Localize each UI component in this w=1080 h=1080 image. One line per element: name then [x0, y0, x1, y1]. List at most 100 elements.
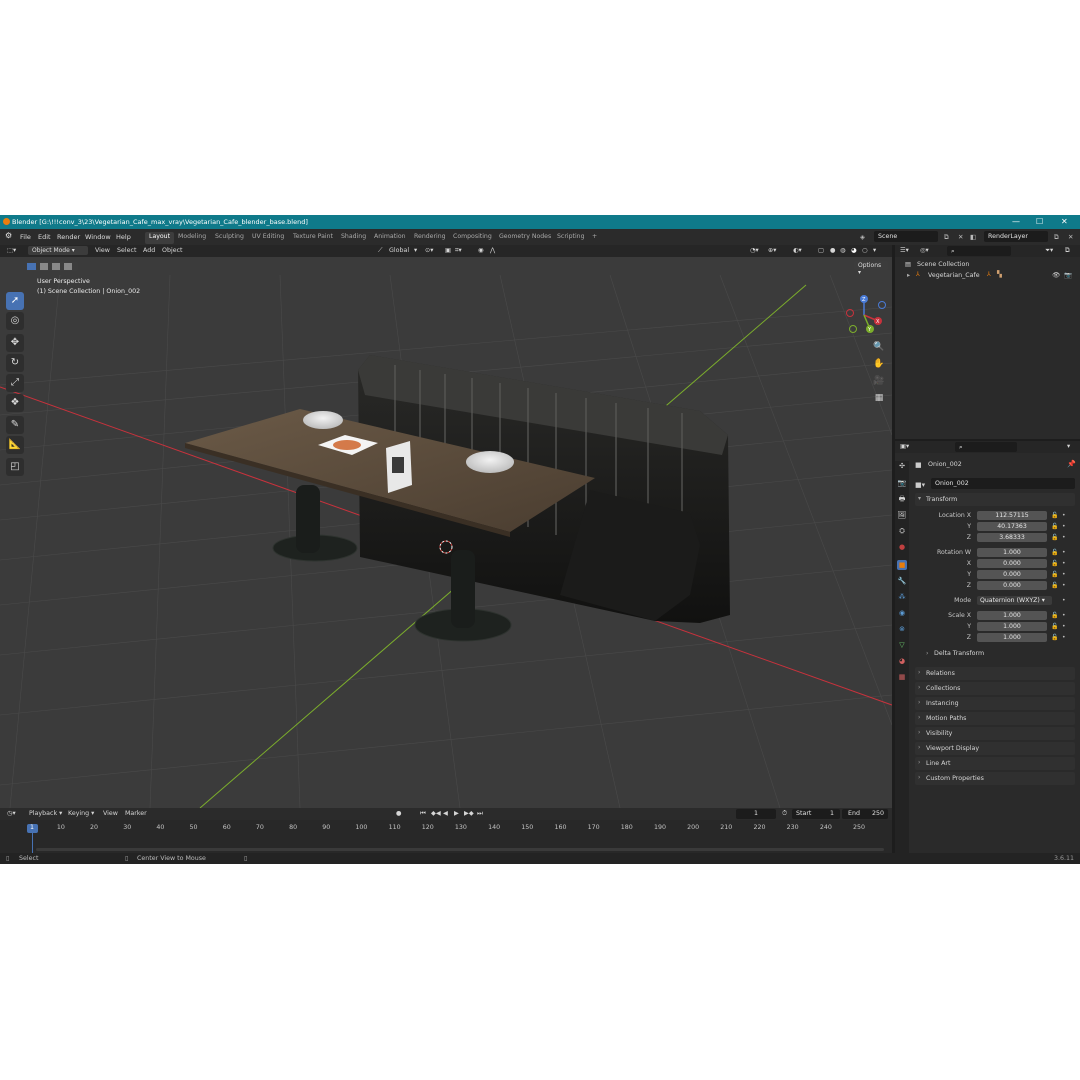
properties-search-input[interactable]: ⌕	[955, 442, 1017, 452]
tab-scripting[interactable]: Scripting	[553, 232, 589, 244]
constraints-tab-icon[interactable]: ⊗	[897, 624, 907, 634]
annotate-tool-icon[interactable]: ✎	[6, 416, 24, 434]
lock-rotation-w-icon[interactable]: 🔓	[1051, 549, 1058, 556]
play-icon[interactable]: ▶	[454, 810, 459, 817]
transform-tool-icon[interactable]: ❖	[6, 394, 24, 412]
location-x-field[interactable]: 112.57115	[977, 511, 1047, 520]
camera-view-icon[interactable]: 🎥	[871, 373, 887, 389]
xray-toggle-icon[interactable]: ▢	[818, 247, 824, 254]
data-tab-icon[interactable]: ▽	[897, 640, 907, 650]
proportional-edit-icon[interactable]: ◉	[478, 247, 484, 254]
collections-panel[interactable]: › Collections	[915, 682, 1075, 695]
options-button[interactable]: Options ▾	[854, 261, 888, 276]
scale-y-field[interactable]: 1.000	[977, 622, 1047, 631]
scale-tool-icon[interactable]: ⤢	[6, 374, 24, 392]
keyframe-dot-icon[interactable]: •	[1062, 634, 1066, 641]
keyframe-dot-icon[interactable]: •	[1062, 560, 1066, 567]
keyframe-dot-icon[interactable]: •	[1062, 623, 1066, 630]
delta-transform-subpanel[interactable]: › Delta Transform	[923, 648, 1073, 660]
material-shading-icon[interactable]: ◍	[840, 247, 846, 254]
view-layer-selector[interactable]: RenderLayer	[984, 231, 1048, 242]
tool-tab-icon[interactable]: ✣	[897, 461, 907, 471]
new-view-layer-icon[interactable]: ⧉	[1054, 233, 1059, 242]
physics-tab-icon[interactable]: ◉	[897, 608, 907, 618]
tab-layout[interactable]: Layout	[145, 232, 175, 244]
render-tab-icon[interactable]: 📷	[897, 478, 907, 488]
texture-tab-icon[interactable]: ▦	[897, 672, 907, 682]
instancing-panel[interactable]: › Instancing	[915, 697, 1075, 710]
motion-paths-panel[interactable]: › Motion Paths	[915, 712, 1075, 725]
transform-orientation-icon[interactable]: ⟋	[378, 247, 382, 255]
tab-animation[interactable]: Animation	[370, 232, 410, 244]
record-icon[interactable]: ●	[396, 810, 402, 817]
jump-start-icon[interactable]: ⏮	[420, 810, 426, 818]
view-layer-icon[interactable]: ◧	[970, 233, 976, 241]
viewport-display-panel[interactable]: › Viewport Display	[915, 742, 1075, 755]
tab-geometry-nodes[interactable]: Geometry Nodes	[495, 232, 555, 244]
select-box-tool-icon[interactable]: ➚	[6, 292, 24, 310]
expand-arrow-icon[interactable]: ▸	[907, 272, 910, 279]
menu-render[interactable]: Render	[57, 233, 80, 241]
prev-keyframe-icon[interactable]: ◆◀	[431, 810, 441, 817]
preview-range-icon[interactable]: ⏱	[782, 810, 787, 818]
tab-modeling[interactable]: Modeling	[174, 232, 210, 244]
start-frame-field[interactable]: Start 1	[792, 809, 840, 819]
modifier-tab-icon[interactable]: 🔧	[897, 576, 907, 586]
relations-panel[interactable]: › Relations	[915, 667, 1075, 680]
properties-options-icon[interactable]: ▾	[1067, 443, 1070, 450]
ortho-grid-icon[interactable]: ▦	[871, 390, 887, 406]
lock-rotation-y-icon[interactable]: 🔓	[1051, 571, 1058, 578]
menu-view-timeline[interactable]: View	[103, 810, 118, 817]
keyframe-dot-icon[interactable]: •	[1062, 512, 1066, 519]
jump-end-icon[interactable]: ⏭	[477, 810, 483, 818]
select-intersect-icon[interactable]	[64, 263, 72, 270]
keyframe-dot-icon[interactable]: •	[1062, 571, 1066, 578]
zoom-icon[interactable]: 🔍	[871, 339, 887, 355]
editor-type-icon[interactable]: ⬚▾	[7, 247, 16, 254]
output-tab-icon[interactable]: 🖶	[897, 494, 907, 504]
pan-hand-icon[interactable]: ✋	[871, 356, 887, 372]
lock-location-y-icon[interactable]: 🔓	[1051, 523, 1058, 530]
keyframe-dot-icon[interactable]: •	[1062, 582, 1066, 589]
lock-location-z-icon[interactable]: 🔓	[1051, 534, 1058, 541]
minimize-button[interactable]: —	[1012, 217, 1020, 226]
location-y-field[interactable]: 40.17363	[977, 522, 1047, 531]
falloff-icon[interactable]: ⋀	[490, 247, 495, 254]
solid-shading-icon[interactable]: ●	[830, 247, 836, 254]
keyframe-dot-icon[interactable]: •	[1062, 534, 1066, 541]
rotation-mode-dropdown[interactable]: Quaternion (WXYZ) ▾	[977, 596, 1052, 605]
maximize-button[interactable]: ☐	[1036, 217, 1043, 226]
transform-orientation-selector[interactable]: Global	[389, 247, 409, 254]
lock-rotation-z-icon[interactable]: 🔓	[1051, 582, 1058, 589]
display-mode-icon[interactable]: ◎▾	[920, 247, 929, 254]
select-extend-icon[interactable]	[40, 263, 48, 270]
menu-file[interactable]: File	[20, 233, 31, 241]
menu-edit[interactable]: Edit	[38, 233, 51, 241]
next-keyframe-icon[interactable]: ▶◆	[464, 810, 474, 817]
tab-uv-editing[interactable]: UV Editing	[248, 232, 288, 244]
timeline-scrollbar[interactable]	[36, 848, 884, 851]
pin-icon[interactable]: 📌	[1067, 460, 1076, 468]
blender-menu-icon[interactable]: ⚙	[5, 231, 12, 240]
outliner-search-input[interactable]: ⌕	[947, 246, 1011, 256]
keyframe-dot-icon[interactable]: •	[1062, 597, 1066, 604]
datablock-icon[interactable]: ■▾	[915, 481, 925, 489]
delete-scene-icon[interactable]: ✕	[958, 233, 963, 241]
orientation-chevron-icon[interactable]: ▾	[414, 247, 417, 254]
close-button[interactable]: ✕	[1061, 217, 1068, 226]
menu-playback[interactable]: Playback ▾	[29, 810, 62, 817]
menu-help[interactable]: Help	[116, 233, 131, 241]
wireframe-shading-icon[interactable]: ○	[862, 247, 868, 254]
scene-tab-icon[interactable]: ⛭	[897, 526, 907, 536]
tab-compositing[interactable]: Compositing	[449, 232, 496, 244]
properties-editor-icon[interactable]: ▣▾	[900, 443, 909, 450]
tab-sculpting[interactable]: Sculpting	[211, 232, 248, 244]
menu-marker[interactable]: Marker	[125, 810, 147, 817]
material-tab-icon[interactable]: ◕	[897, 656, 907, 666]
scale-z-field[interactable]: 1.000	[977, 633, 1047, 642]
menu-window[interactable]: Window	[85, 233, 111, 241]
menu-view[interactable]: View	[95, 247, 110, 254]
object-name-field[interactable]: Onion_002	[931, 478, 1075, 489]
current-frame-field[interactable]: 1	[736, 809, 776, 819]
location-z-field[interactable]: 3.68333	[977, 533, 1047, 542]
